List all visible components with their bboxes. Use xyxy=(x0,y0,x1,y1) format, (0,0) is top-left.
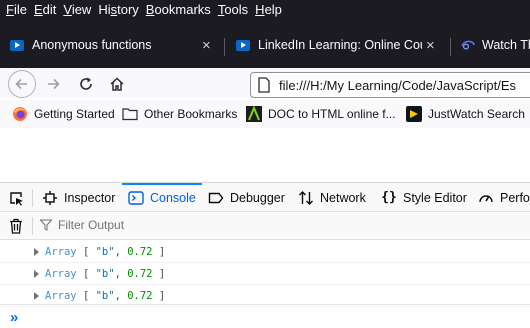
menu-tools[interactable]: Tools xyxy=(212,0,248,20)
console-log-row[interactable]: Array [ "b", 0.72 ] xyxy=(0,263,530,285)
back-button[interactable] xyxy=(8,70,36,98)
linkedin-learning-icon xyxy=(10,39,24,51)
trash-icon xyxy=(10,218,22,234)
filter-output-input[interactable]: Filter Output xyxy=(40,218,124,232)
style-editor-icon: {} xyxy=(381,190,397,205)
tab-separator xyxy=(450,38,451,56)
bookmark-doc-to-html[interactable]: DOC to HTML online f... xyxy=(246,106,396,122)
menu-edit[interactable]: Edit xyxy=(28,0,56,20)
bookmark-getting-started[interactable]: Getting Started xyxy=(12,106,115,122)
console-input[interactable]: » xyxy=(0,304,530,328)
url-bar[interactable]: file:///H:/My Learning/Code/JavaScript/E… xyxy=(250,72,530,98)
console-filter-bar: Filter Output xyxy=(0,212,530,240)
tab-strip: Anonymous functions × LinkedIn Learning:… xyxy=(0,20,530,68)
tab-label: Perfo xyxy=(500,190,530,205)
bookmark-label: DOC to HTML online f... xyxy=(268,107,396,121)
tab-watch[interactable]: Watch Th xyxy=(460,30,530,60)
tab-title: LinkedIn Learning: Online Cour xyxy=(258,38,422,52)
bookmarks-toolbar: Getting Started Other Bookmarks DOC to H… xyxy=(0,100,530,128)
menu-view[interactable]: View xyxy=(57,0,91,20)
url-text: file:///H:/My Learning/Code/JavaScript/E… xyxy=(279,77,516,93)
tab-label: Console xyxy=(150,190,196,205)
navigation-toolbar: file:///H:/My Learning/Code/JavaScript/E… xyxy=(0,68,530,98)
toolbar-separator xyxy=(32,217,33,235)
reload-button[interactable] xyxy=(73,71,99,97)
tab-style-editor[interactable]: {} Style Editor xyxy=(381,183,467,212)
devtools-toolbar: Inspector Console Debugger Network {} St… xyxy=(0,182,530,212)
tab-inspector[interactable]: Inspector xyxy=(42,183,115,212)
doc-to-html-icon xyxy=(246,106,262,122)
back-arrow-icon xyxy=(15,78,27,90)
justwatch-icon xyxy=(406,106,422,122)
menu-bookmarks[interactable]: Bookmarks xyxy=(140,0,211,20)
element-picker-icon xyxy=(10,191,23,206)
clear-console-button[interactable] xyxy=(9,218,23,237)
disney-plus-icon xyxy=(460,37,476,53)
tab-title: Anonymous functions xyxy=(32,38,152,52)
menu-file[interactable]: File xyxy=(0,0,27,20)
tab-anonymous-functions[interactable]: Anonymous functions × xyxy=(10,30,220,60)
home-button[interactable] xyxy=(104,71,130,97)
menu-help[interactable]: Help xyxy=(249,0,282,20)
home-icon xyxy=(110,77,124,91)
bookmark-label: Other Bookmarks xyxy=(144,107,238,121)
reload-icon xyxy=(80,77,92,90)
toolbar-separator xyxy=(32,189,33,207)
element-picker-button[interactable] xyxy=(8,183,24,212)
firefox-icon xyxy=(13,107,27,121)
console-log-row[interactable]: Array [ "b", 0.72 ] xyxy=(0,241,530,263)
tab-label: Debugger xyxy=(230,190,285,205)
bookmark-justwatch[interactable]: JustWatch Search xyxy=(406,106,525,122)
expand-arrow-icon[interactable] xyxy=(34,270,39,278)
forward-arrow-icon xyxy=(48,78,60,90)
tab-linkedin-learning[interactable]: LinkedIn Learning: Online Cour × xyxy=(236,30,444,60)
console-prompt-icon: » xyxy=(10,309,19,326)
inspector-icon xyxy=(42,190,58,206)
tab-debugger[interactable]: Debugger xyxy=(208,183,285,212)
tab-console[interactable]: Console xyxy=(122,183,202,212)
linkedin-learning-icon xyxy=(236,39,250,51)
expand-arrow-icon[interactable] xyxy=(34,292,39,300)
close-icon[interactable]: × xyxy=(426,37,435,54)
tab-label: Style Editor xyxy=(403,190,467,205)
filter-icon xyxy=(40,219,52,231)
console-icon xyxy=(128,190,144,206)
forward-button[interactable] xyxy=(40,71,66,97)
tab-label: Network xyxy=(320,190,366,205)
file-icon xyxy=(258,77,270,93)
bookmark-other-bookmarks[interactable]: Other Bookmarks xyxy=(122,106,237,122)
bookmark-label: Getting Started xyxy=(34,107,115,121)
filter-placeholder: Filter Output xyxy=(58,218,125,232)
console-output: Array [ "b", 0.72 ] Array [ "b", 0.72 ] … xyxy=(0,241,530,307)
tab-label: Inspector xyxy=(64,190,116,205)
tab-separator xyxy=(224,38,225,56)
menu-history[interactable]: History xyxy=(92,0,138,20)
expand-arrow-icon[interactable] xyxy=(34,248,39,256)
folder-icon xyxy=(122,108,138,121)
close-icon[interactable]: × xyxy=(202,37,211,54)
tab-network[interactable]: Network xyxy=(298,183,366,212)
network-icon xyxy=(298,190,314,206)
menu-bar: File Edit View History Bookmarks Tools H… xyxy=(0,0,530,20)
page-content xyxy=(0,128,530,180)
tab-title: Watch Th xyxy=(482,38,530,52)
performance-icon xyxy=(478,190,494,206)
bookmark-label: JustWatch Search xyxy=(428,107,525,121)
tab-performance[interactable]: Perfo xyxy=(478,183,530,212)
debugger-icon xyxy=(208,190,224,206)
